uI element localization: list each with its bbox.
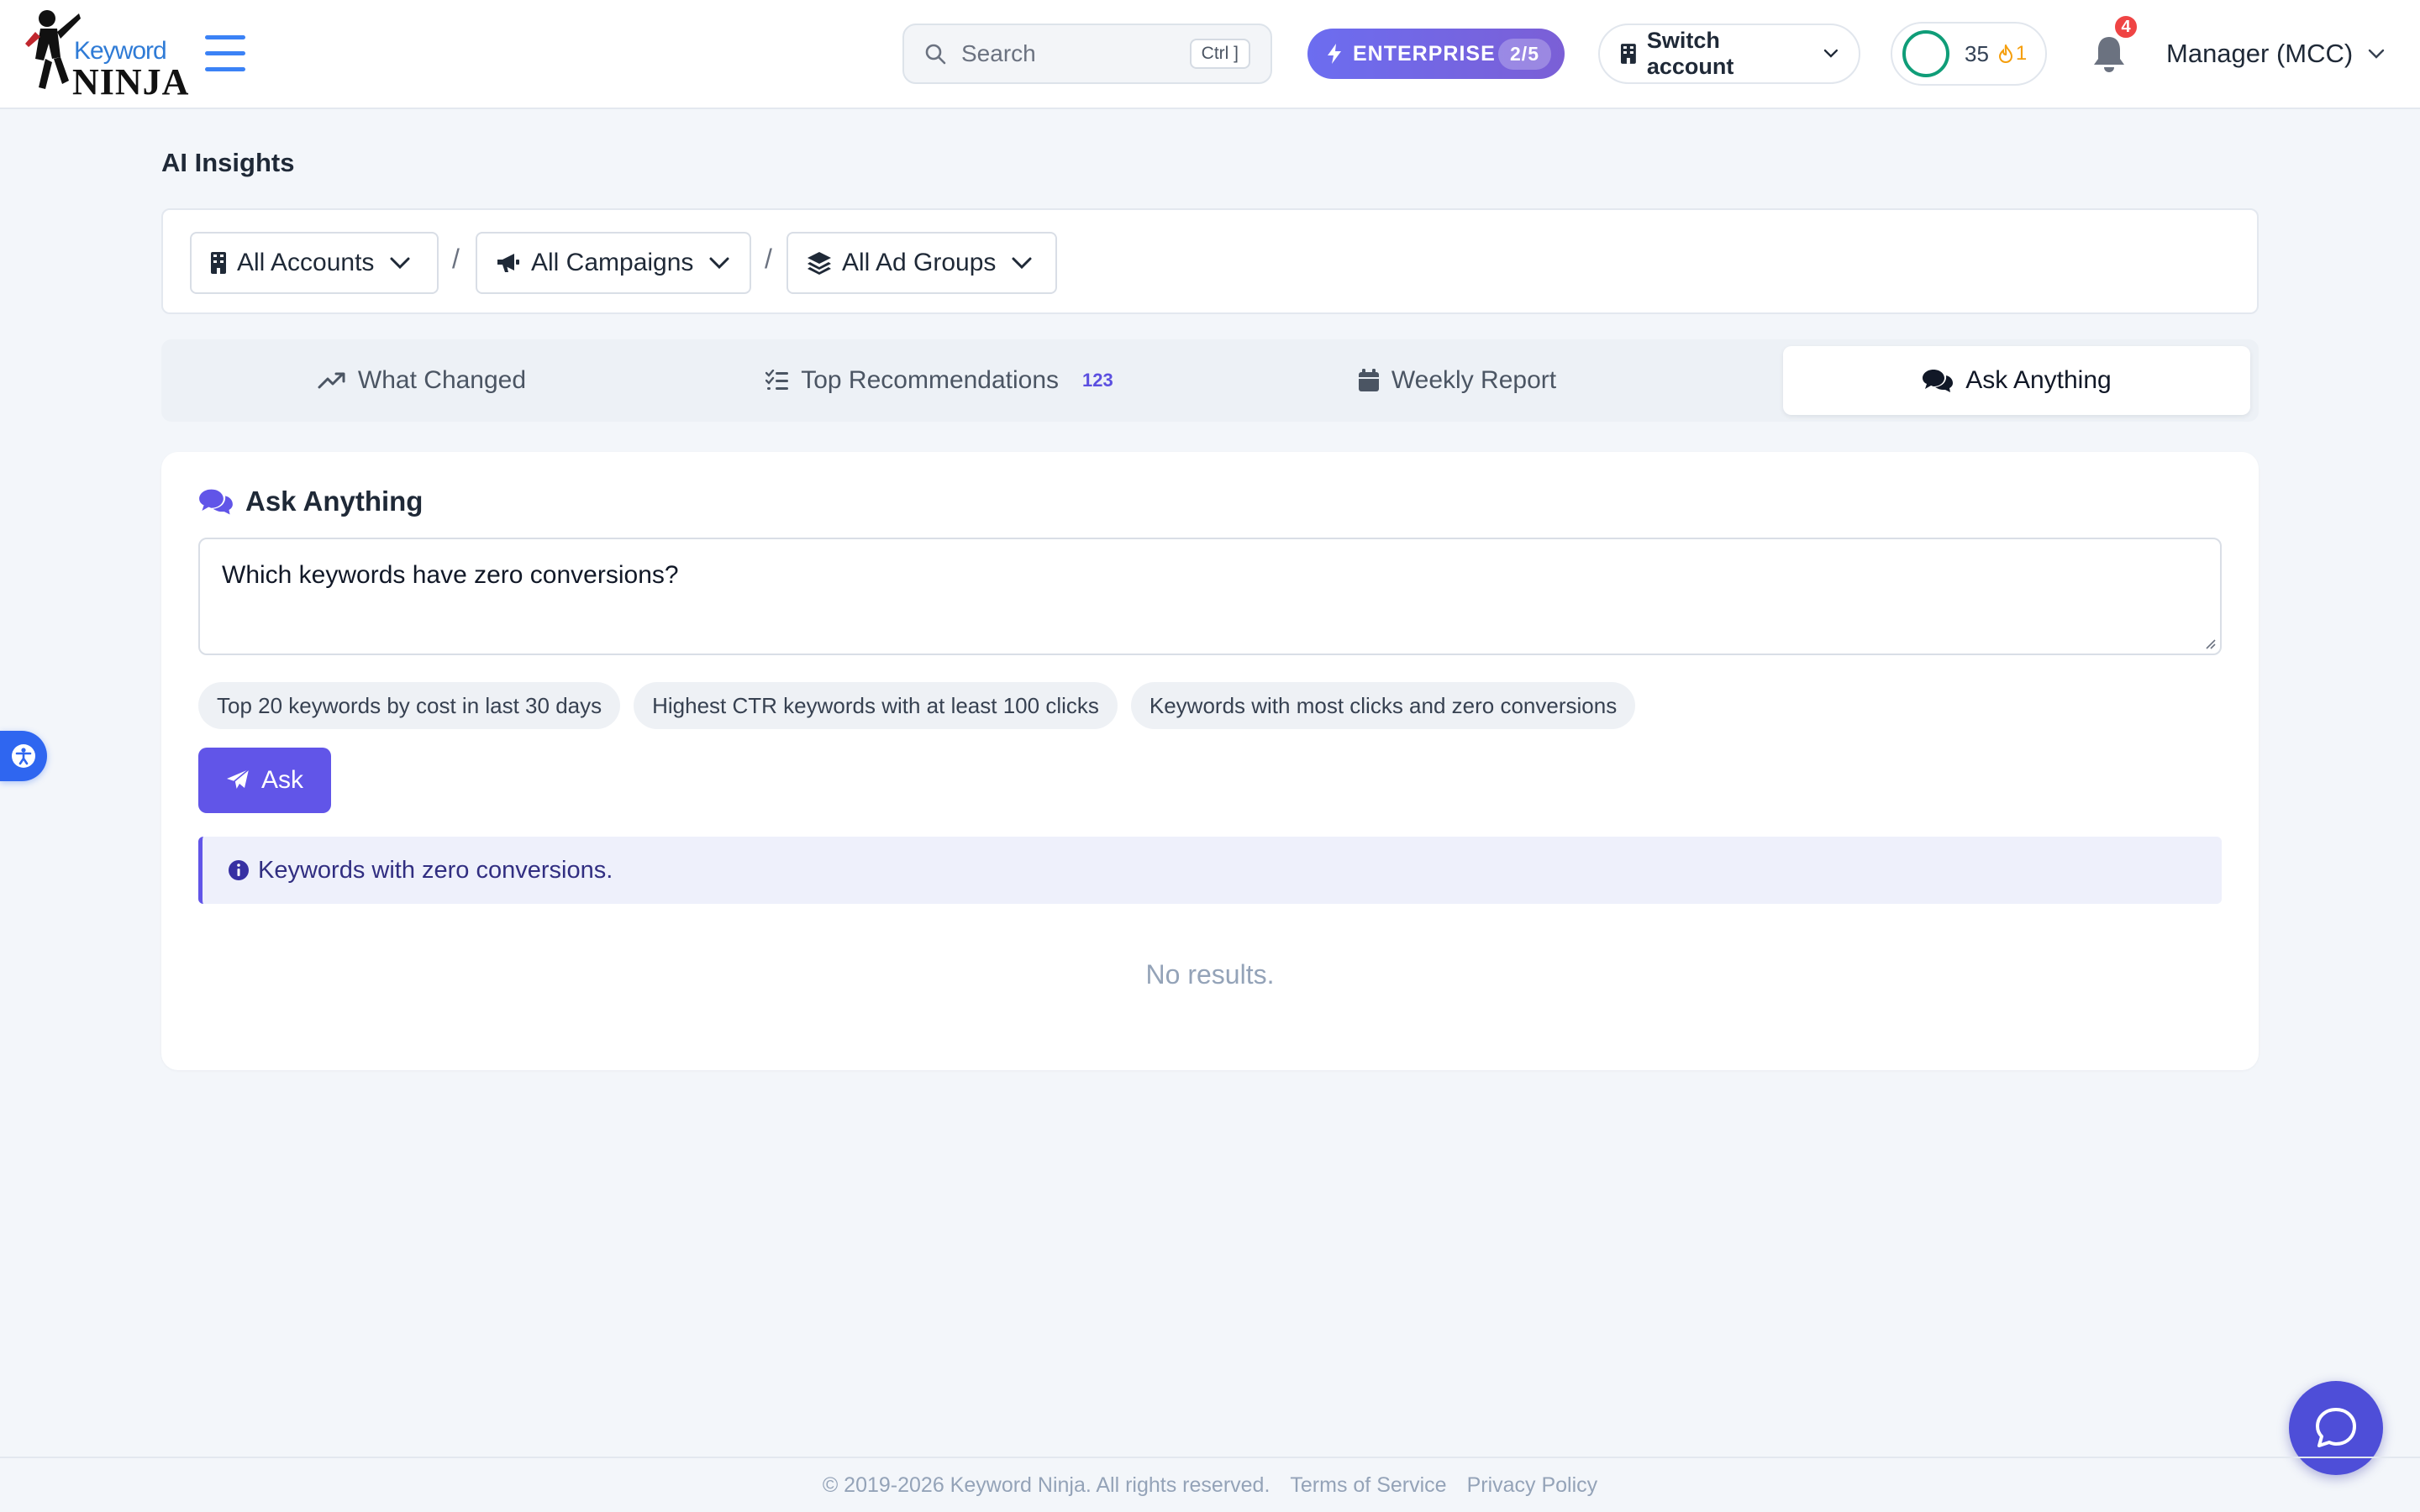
streak-counter: 1 xyxy=(1998,42,2028,66)
privacy-link[interactable]: Privacy Policy xyxy=(1467,1473,1598,1498)
tab-weekly-report[interactable]: Weekly Report xyxy=(1203,346,1711,415)
notification-count-badge: 4 xyxy=(2112,13,2139,40)
streak-value: 1 xyxy=(2015,42,2028,65)
ask-button-label: Ask xyxy=(260,766,303,794)
campaigns-dropdown-label: All Campaigns xyxy=(531,249,694,276)
calendar-icon xyxy=(1358,369,1379,391)
layers-icon xyxy=(808,252,831,275)
accessibility-icon xyxy=(12,744,35,768)
suggestion-chips: Top 20 keywords by cost in last 30 days … xyxy=(198,682,1636,729)
ad-groups-dropdown[interactable]: All Ad Groups xyxy=(786,232,1057,294)
logo-ninja-text: NINJA xyxy=(72,61,190,102)
bullhorn-icon xyxy=(497,254,519,272)
empty-state-message: No results. xyxy=(1145,959,1275,990)
progress-ring-icon xyxy=(1902,30,1949,77)
panel-title: Ask Anything xyxy=(198,486,423,517)
chat-bubble-icon xyxy=(2316,1408,2356,1447)
flame-icon xyxy=(1998,45,2012,63)
ad-groups-dropdown-label: All Ad Groups xyxy=(842,249,997,276)
resize-handle-icon[interactable] xyxy=(2203,637,2217,650)
chevron-down-icon xyxy=(1012,257,1032,270)
account-menu-button[interactable]: Manager (MCC) xyxy=(2166,34,2385,74)
trending-up-icon xyxy=(318,372,345,389)
switch-account-button[interactable]: Switch account xyxy=(1598,24,1860,84)
info-circle-icon xyxy=(229,860,249,880)
building-icon xyxy=(211,252,226,274)
suggestion-chip[interactable]: Keywords with most clicks and zero conve… xyxy=(1130,682,1636,729)
menu-toggle-button[interactable] xyxy=(203,34,247,74)
tab-what-changed[interactable]: What Changed xyxy=(168,346,676,415)
building-icon xyxy=(1620,44,1636,64)
tab-top-recommendations[interactable]: Top Recommendations 123 xyxy=(686,346,1193,415)
search-shortcut-hint: Ctrl ] xyxy=(1189,39,1250,69)
tab-label: What Changed xyxy=(357,366,527,394)
question-input-value: Which keywords have zero conversions? xyxy=(222,561,679,589)
answer-info-alert: Keywords with zero conversions. xyxy=(198,837,2222,904)
chevron-down-icon xyxy=(1823,49,1839,58)
suggestion-chip[interactable]: Highest CTR keywords with at least 100 c… xyxy=(634,682,1118,729)
top-header: Keyword NINJA Search Ctrl ] ENTERPRISE 2… xyxy=(0,0,2420,109)
tab-label: Weekly Report xyxy=(1391,366,1557,394)
scope-filter-bar: All Accounts / All Campaigns / All Ad Gr… xyxy=(161,208,2259,314)
chevron-down-icon xyxy=(2369,49,2385,59)
recommendations-count-badge: 123 xyxy=(1082,370,1113,391)
suggestion-chip[interactable]: Top 20 keywords by cost in last 30 days xyxy=(198,682,621,729)
plan-badge-button[interactable]: ENTERPRISE 2/5 xyxy=(1307,29,1565,79)
search-icon xyxy=(925,44,946,65)
page-footer: © 2019-2026 Keyword Ninja. All rights re… xyxy=(0,1457,2420,1512)
breadcrumb-separator: / xyxy=(765,244,772,274)
tab-label: Top Recommendations xyxy=(801,366,1060,394)
paper-plane-icon xyxy=(226,769,250,790)
chevron-down-icon xyxy=(390,257,410,270)
question-input[interactable]: Which keywords have zero conversions? xyxy=(198,538,2222,655)
insights-tabs: What Changed Top Recommendations 123 Wee… xyxy=(161,339,2259,422)
global-search[interactable]: Search Ctrl ] xyxy=(902,24,1272,84)
score-widget[interactable]: 35 1 xyxy=(1891,22,2047,86)
accessibility-toggle-button[interactable] xyxy=(0,731,47,781)
tab-label: Ask Anything xyxy=(1965,366,2112,394)
account-label: Manager (MCC) xyxy=(2166,39,2354,68)
info-message: Keywords with zero conversions. xyxy=(258,856,613,884)
ask-anything-panel: Ask Anything Which keywords have zero co… xyxy=(161,452,2259,1070)
plan-usage: 2/5 xyxy=(1498,38,1551,70)
panel-title-text: Ask Anything xyxy=(245,486,424,517)
copyright-text: © 2019-2026 Keyword Ninja. All rights re… xyxy=(822,1473,1270,1497)
ask-button[interactable]: Ask xyxy=(198,748,331,813)
comments-icon xyxy=(199,489,233,515)
breadcrumb-separator: / xyxy=(452,244,460,274)
chevron-down-icon xyxy=(709,257,729,270)
accounts-dropdown-label: All Accounts xyxy=(237,249,375,276)
tab-ask-anything[interactable]: Ask Anything xyxy=(1783,346,2250,415)
campaigns-dropdown[interactable]: All Campaigns xyxy=(476,232,751,294)
hamburger-icon xyxy=(205,35,245,71)
search-placeholder: Search xyxy=(961,40,1036,66)
keyword-ninja-logo[interactable]: Keyword NINJA xyxy=(24,5,188,104)
bolt-icon xyxy=(1328,44,1341,64)
page-title: AI Insights xyxy=(161,148,295,177)
score-value: 35 xyxy=(1965,40,1989,66)
comments-icon xyxy=(1923,370,1954,392)
plan-label: ENTERPRISE xyxy=(1353,41,1496,66)
switch-account-label: Switch account xyxy=(1646,28,1734,79)
terms-link[interactable]: Terms of Service xyxy=(1290,1473,1446,1498)
accounts-dropdown[interactable]: All Accounts xyxy=(190,232,439,294)
list-check-icon xyxy=(765,370,789,390)
